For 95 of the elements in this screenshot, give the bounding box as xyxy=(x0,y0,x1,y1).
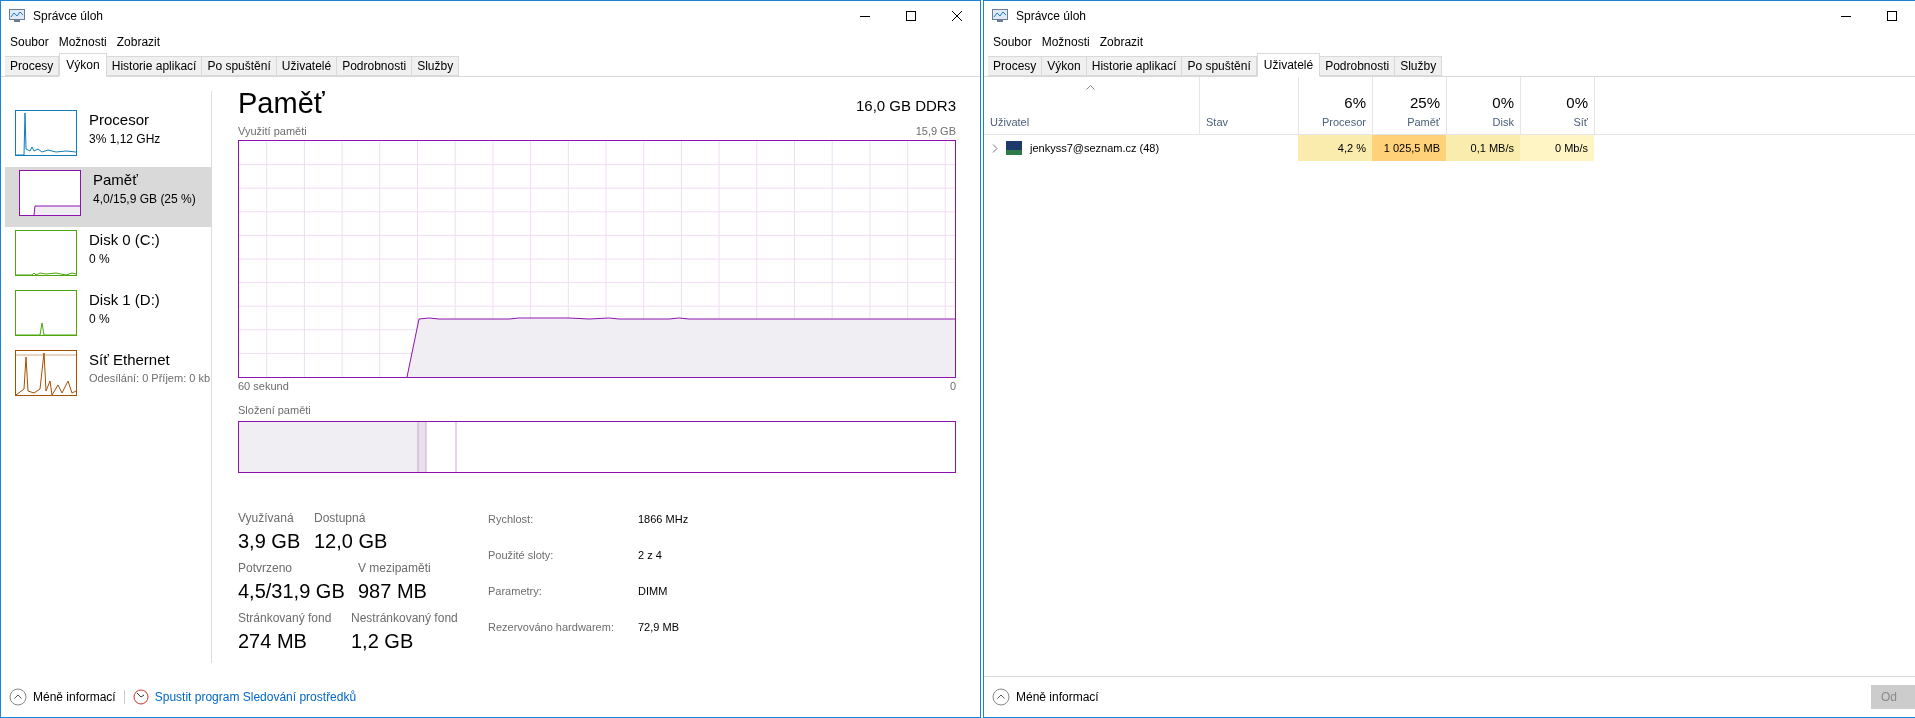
stat-value: 1,2 GB xyxy=(351,628,415,654)
detail-label: Parametry: xyxy=(488,584,543,599)
task-manager-icon xyxy=(9,9,25,23)
column-header[interactable]: Stav xyxy=(1199,77,1298,134)
stat-value: 4,5/31,9 GB xyxy=(238,578,346,604)
column-header[interactable]: 6% Procesor xyxy=(1298,77,1372,134)
detail-label: Rezervováno hardwarem: xyxy=(488,620,615,636)
menu-item[interactable]: Možnosti xyxy=(1036,33,1095,51)
fewer-details-button[interactable]: Méně informací xyxy=(9,688,116,706)
performance-item[interactable]: Síť Ethernet Odesílání: 0 Příjem: 0 kb xyxy=(1,347,211,407)
item-detail: Odesílání: 0 Příjem: 0 kb xyxy=(89,371,211,386)
stat-label: Stránkovaný fond xyxy=(238,609,333,627)
stat-value: 3,9 GB xyxy=(238,528,302,554)
axis-label: 0 xyxy=(949,378,956,394)
user-avatar-icon xyxy=(1006,141,1022,155)
stat-label: Využívaná xyxy=(238,509,295,527)
tab[interactable]: Procesy xyxy=(5,56,60,76)
maximize-icon xyxy=(1887,11,1897,21)
tab[interactable]: Po spuštění xyxy=(1182,56,1257,76)
detail-value: 72,9 MB xyxy=(638,620,680,636)
disk-graph-icon xyxy=(15,290,77,336)
stat-label: Nestránkovaný fond xyxy=(351,609,458,627)
column-header[interactable]: 0% Disk xyxy=(1446,77,1520,134)
window-title: Správce úloh xyxy=(33,8,104,25)
resource-monitor-link[interactable]: Spustit program Sledování prostředků xyxy=(154,688,357,706)
graph-max-label: 15,9 GB xyxy=(915,124,956,139)
minimize-icon xyxy=(1841,15,1851,17)
item-detail: 0 % xyxy=(89,311,111,328)
axis-label: 60 sekund xyxy=(238,378,289,394)
item-name: Disk 0 (C:) xyxy=(89,230,160,250)
detail-label: Rychlost: xyxy=(488,511,535,527)
resource-monitor-icon xyxy=(132,689,149,705)
graph-label: Využití paměti xyxy=(238,124,307,139)
column-header[interactable]: 25% Paměť xyxy=(1372,77,1446,134)
chevron-right-icon[interactable] xyxy=(992,143,998,153)
tab[interactable]: Služby xyxy=(412,56,460,76)
menu-item[interactable]: Zobrazit xyxy=(1094,33,1149,51)
detail-value: 1866 MHz xyxy=(638,511,689,527)
performance-item[interactable]: Paměť 4,0/15,9 GB (25 %) xyxy=(5,167,211,227)
item-name: Paměť xyxy=(93,170,139,190)
tab[interactable]: Podrobnosti xyxy=(337,56,413,76)
table-cell: 4,2 % xyxy=(1298,135,1372,161)
stat-label: V mezipaměti xyxy=(358,559,431,577)
close-icon xyxy=(952,11,962,21)
performance-item[interactable]: Disk 1 (D:) 0 % xyxy=(1,287,211,347)
stat-label: Dostupná xyxy=(314,509,367,527)
stat-value: 274 MB xyxy=(238,628,308,654)
tab[interactable]: Po spuštění xyxy=(202,56,277,76)
item-detail: 0 % xyxy=(89,251,111,268)
performance-item[interactable]: Disk 0 (C:) 0 % xyxy=(1,227,211,287)
tab[interactable]: Služby xyxy=(1395,56,1443,76)
network-graph-icon xyxy=(15,350,77,396)
memory-graph-icon xyxy=(19,170,81,216)
disk-graph-icon xyxy=(15,230,77,276)
item-name: Procesor xyxy=(89,110,151,130)
section-title: Paměť xyxy=(238,86,325,121)
menu-item[interactable]: Možnosti xyxy=(53,33,112,51)
item-name: Disk 1 (D:) xyxy=(89,290,160,310)
item-detail: 4,0/15,9 GB (25 %) xyxy=(93,191,196,208)
detail-value: 2 z 4 xyxy=(638,547,663,563)
stat-value: 12,0 GB xyxy=(314,528,388,554)
menu-item[interactable]: Zobrazit xyxy=(111,33,166,51)
performance-item[interactable]: Procesor 3% 1,12 GHz xyxy=(1,107,211,167)
column-header[interactable]: Uživatel xyxy=(984,77,1199,134)
table-cell: 0,1 MB/s xyxy=(1446,135,1520,161)
fewer-details-button[interactable]: Méně informací xyxy=(992,688,1099,706)
menu-item[interactable]: Soubor xyxy=(988,33,1037,51)
table-cell: 1 025,5 MB xyxy=(1372,135,1446,161)
table-cell: 0 Mb/s xyxy=(1520,135,1594,161)
tab[interactable]: Výkon xyxy=(1042,56,1087,76)
stat-label: Potvrzeno xyxy=(238,559,294,577)
maximize-icon xyxy=(906,11,916,21)
task-manager-icon xyxy=(992,9,1008,23)
tab[interactable]: Výkon xyxy=(59,53,107,77)
menu-item[interactable]: Soubor xyxy=(5,33,54,51)
tab[interactable]: Uživatelé xyxy=(1256,53,1321,77)
tab[interactable]: Historie aplikací xyxy=(106,56,203,76)
window-title: Správce úloh xyxy=(1016,8,1087,25)
tab[interactable]: Procesy xyxy=(988,56,1043,76)
tab[interactable]: Podrobnosti xyxy=(1320,56,1396,76)
sort-caret-icon xyxy=(1086,85,1095,90)
tab[interactable]: Uživatelé xyxy=(276,56,338,76)
tab[interactable]: Historie aplikací xyxy=(1086,56,1183,76)
chevron-up-icon xyxy=(9,688,27,706)
chevron-up-icon xyxy=(992,688,1010,706)
cpu-graph-icon xyxy=(15,110,77,156)
memory-spec: 16,0 GB DDR3 xyxy=(855,95,956,116)
detail-label: Použité sloty: xyxy=(488,547,555,563)
composition-label: Složení paměti xyxy=(238,403,312,418)
item-name: Síť Ethernet xyxy=(89,350,171,370)
user-name[interactable]: jenkyss7@seznam.cz (48) xyxy=(1030,139,1160,157)
stat-value: 987 MB xyxy=(358,578,428,604)
detail-value: DIMM xyxy=(638,584,669,599)
item-detail: 3% 1,12 GHz xyxy=(89,131,161,148)
minimize-icon xyxy=(860,15,870,17)
